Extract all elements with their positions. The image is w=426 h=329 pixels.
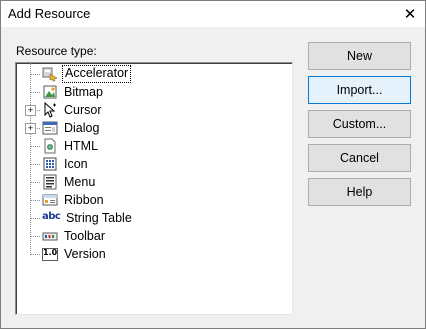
string-table-icon: abc: [42, 210, 61, 226]
tree-item-dialog[interactable]: Dialog: [42, 119, 101, 137]
tree-connector: [30, 182, 40, 183]
bitmap-icon: [42, 84, 58, 100]
accelerator-icon: [42, 66, 58, 82]
expand-cursor-toggle[interactable]: +: [25, 105, 36, 116]
resource-type-label: Resource type:: [16, 44, 97, 58]
import-button[interactable]: Import...: [308, 76, 411, 104]
cancel-button[interactable]: Cancel: [308, 144, 411, 172]
string-table-icon-text: abc: [42, 211, 61, 222]
menu-icon: [42, 174, 58, 190]
window-title: Add Resource: [8, 6, 91, 21]
tree-item-menu[interactable]: Menu: [42, 173, 97, 191]
tree-item-label: Toolbar: [64, 229, 105, 243]
title-bar: Add Resource ✕: [1, 1, 425, 27]
tree-item-label: Cursor: [64, 103, 102, 117]
cursor-icon: [42, 101, 58, 118]
tree-item-label: Version: [64, 247, 106, 261]
tree-connector: [30, 254, 40, 255]
tree-item-label: Menu: [64, 175, 96, 189]
tree-item-label: String Table: [66, 211, 132, 225]
resource-type-tree[interactable]: Accelerator Bitmap + Cursor + Dialog HTM…: [15, 62, 293, 315]
tree-item-accelerator[interactable]: Accelerator: [42, 65, 132, 83]
tree-item-version[interactable]: 1.0 Version: [42, 245, 108, 263]
tree-connector: [30, 146, 40, 147]
tree-item-label: HTML: [64, 139, 99, 153]
tree-item-bitmap[interactable]: Bitmap: [42, 83, 105, 101]
tree-item-cursor[interactable]: Cursor: [42, 101, 104, 119]
tree-item-ribbon[interactable]: Ribbon: [42, 191, 106, 209]
tree-item-label: Dialog: [64, 121, 100, 135]
help-button[interactable]: Help: [308, 178, 411, 206]
close-icon: ✕: [403, 6, 417, 23]
tree-item-label: Ribbon: [64, 193, 104, 207]
tree-item-string-table[interactable]: abc String Table: [42, 209, 134, 227]
tree-item-label: Accelerator: [62, 65, 132, 83]
new-button[interactable]: New: [308, 42, 411, 70]
toolbar-icon: [42, 228, 58, 244]
icon-resource-icon: [42, 156, 58, 172]
version-icon: 1.0: [42, 246, 58, 262]
tree-item-icon[interactable]: Icon: [42, 155, 90, 173]
version-icon-text: 1.0: [43, 248, 58, 257]
tree-connector: [30, 218, 40, 219]
add-resource-dialog: Add Resource ✕ Resource type: Accelerato…: [0, 0, 426, 329]
tree-connector: [30, 200, 40, 201]
close-button[interactable]: ✕: [395, 1, 425, 27]
tree-connector: [30, 236, 40, 237]
expand-dialog-toggle[interactable]: +: [25, 123, 36, 134]
custom-button[interactable]: Custom...: [308, 110, 411, 138]
ribbon-icon: [42, 192, 58, 208]
dialog-icon: [42, 120, 58, 136]
tree-item-label: Bitmap: [64, 85, 103, 99]
tree-item-toolbar[interactable]: Toolbar: [42, 227, 107, 245]
html-icon: [42, 138, 58, 154]
tree-connector: [30, 164, 40, 165]
tree-connector: [30, 92, 40, 93]
tree-item-label: Icon: [64, 157, 88, 171]
tree-connector: [30, 74, 40, 75]
tree-item-html[interactable]: HTML: [42, 137, 100, 155]
